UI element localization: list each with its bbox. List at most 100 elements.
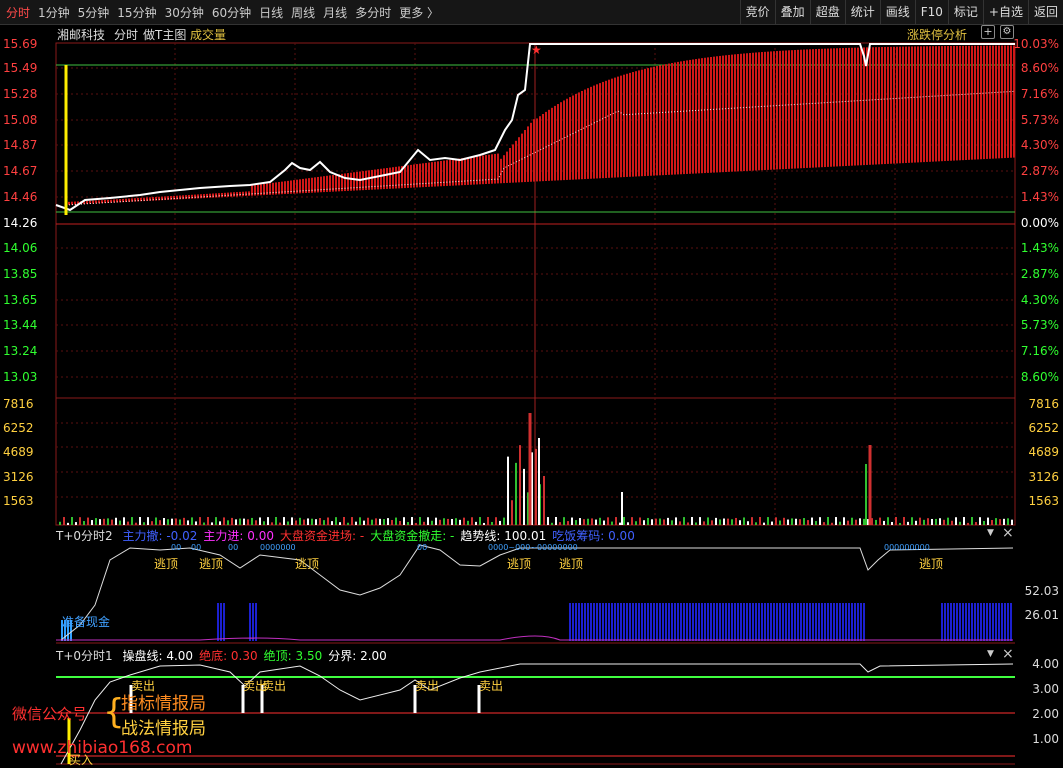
indicator-block (800, 603, 802, 641)
indicator-block (249, 603, 251, 641)
price-tick-left: 14.26 (3, 216, 38, 230)
indicator-block (989, 603, 991, 641)
indicator-block (632, 603, 634, 641)
limit-analysis-button[interactable]: 涨跌停分析 (907, 26, 967, 43)
indicator-block (611, 603, 613, 641)
indicator-block (818, 603, 820, 641)
indicator-block (587, 603, 589, 641)
indicator-block (848, 603, 850, 641)
indicator-block (959, 603, 961, 641)
indicator-block (827, 603, 829, 641)
indicator-block (839, 603, 841, 641)
indicator-block (965, 603, 967, 641)
indicator1-value: 绝顶: 3.50 (263, 649, 323, 663)
indicator-block (743, 603, 745, 641)
indicator-block (755, 603, 757, 641)
indicator-block (734, 603, 736, 641)
limit-up-star: ★ (531, 43, 542, 57)
indicator-block (647, 603, 649, 641)
price-tick-right: 4.30% (1020, 138, 1059, 152)
indicator2-value: 吃饭筹码: 0.00 (552, 529, 635, 543)
indicator-block (641, 603, 643, 641)
price-tick-right: 2.87% (1020, 267, 1059, 281)
indicator1-header: T+0分时1 操盘线: 4.00 绝底: 0.30 绝顶: 3.50 分界: 2.00 (56, 647, 393, 664)
price-tick-right: 1.43% (1020, 190, 1059, 204)
watermark-brand-1: 指标情报局 (121, 694, 206, 714)
sell-signal: 卖出 (415, 679, 440, 693)
indicator-block (740, 603, 742, 641)
indicator-block (605, 603, 607, 641)
main-force-line (56, 635, 1013, 641)
indicator-block (749, 603, 751, 641)
settings-icon[interactable]: ⚙ (1000, 25, 1014, 39)
indicator2-value: 主力撤: -0.02 (122, 529, 198, 543)
indicator2-header: T+0分时2 主力撤: -0.02 主力进: 0.00 大盘资金进场: - 大盘资金撤… (56, 527, 641, 544)
indicator1-close-icon[interactable]: × (1002, 646, 1014, 662)
indicator-block (977, 603, 979, 641)
sell-signal: 卖出 (479, 679, 504, 693)
indicator-block (638, 603, 640, 641)
escape-top-signal: 逃顶 (507, 557, 532, 571)
indicator2-dropdown-icon[interactable]: ▼ (987, 528, 994, 538)
indicator2-title[interactable]: T+0分时2 (56, 529, 113, 543)
escape-top-signal: 逃顶 (154, 557, 179, 571)
price-tick-right: 1.43% (1020, 241, 1059, 255)
volume-tick: 6252 (1028, 421, 1059, 435)
cash-label: 准备现金 (62, 615, 111, 629)
indicator-block (596, 603, 598, 641)
indicator-block (758, 603, 760, 641)
add-icon[interactable]: + (981, 25, 995, 39)
indicator-block (701, 603, 703, 641)
price-tick-right: 7.16% (1020, 344, 1059, 358)
indicator-block (656, 603, 658, 641)
price-tick-right: 0.00% (1020, 216, 1059, 230)
indicator1-value: 绝底: 0.30 (199, 649, 258, 663)
indicator-block (584, 603, 586, 641)
indicator-block (941, 603, 943, 641)
indicator-block (986, 603, 988, 641)
indicator-block (707, 603, 709, 641)
indicator-block (569, 603, 571, 641)
indicator-block (581, 603, 583, 641)
indicator-block (255, 603, 257, 641)
indicator-block (794, 603, 796, 641)
sell-signal: 卖出 (262, 679, 287, 693)
indicator1-tick: 2.00 (1032, 707, 1059, 721)
marker-text: 00 (228, 543, 239, 552)
indicator1-title[interactable]: T+0分时1 (56, 649, 113, 663)
indicator-block (857, 603, 859, 641)
indicator-block (575, 603, 577, 641)
indicator-block (947, 603, 949, 641)
marker-text: 0000~000~00000000 (488, 543, 578, 552)
indicator-block (764, 603, 766, 641)
stock-name: 湘邮科技 (57, 28, 106, 42)
price-tick-right: 10.03% (1013, 37, 1059, 51)
indicator-block (665, 603, 667, 641)
indicator-block (806, 603, 808, 641)
indicator-block (953, 603, 955, 641)
watermark-wechat: 微信公众号 (12, 705, 88, 723)
chart-template[interactable]: 做T主图 (143, 26, 186, 43)
indicator-block (980, 603, 982, 641)
indicator-block (863, 603, 865, 641)
indicator-block (620, 603, 622, 641)
indicator-block (223, 603, 225, 641)
price-tick-left: 13.24 (3, 344, 38, 358)
indicator2-value: 大盘资金撤走: - (370, 529, 455, 543)
indicator-block (623, 603, 625, 641)
marker-text: 0000000 (260, 543, 296, 552)
price-tick-right: 7.16% (1020, 87, 1059, 101)
indicator-block (761, 603, 763, 641)
indicator-block (851, 603, 853, 641)
price-tick-right: 8.60% (1020, 370, 1059, 384)
indicator1-value: 分界: 2.00 (328, 649, 387, 663)
indicator2-value: 主力进: 0.00 (203, 529, 274, 543)
indicator-block (788, 603, 790, 641)
indicator-block (644, 603, 646, 641)
indicator2-close-icon[interactable]: × (1002, 525, 1014, 541)
price-tick-left: 13.03 (3, 370, 38, 384)
indicator-block (830, 603, 832, 641)
indicator-block (974, 603, 976, 641)
indicator1-dropdown-icon[interactable]: ▼ (987, 649, 994, 659)
indicator-block (680, 603, 682, 641)
